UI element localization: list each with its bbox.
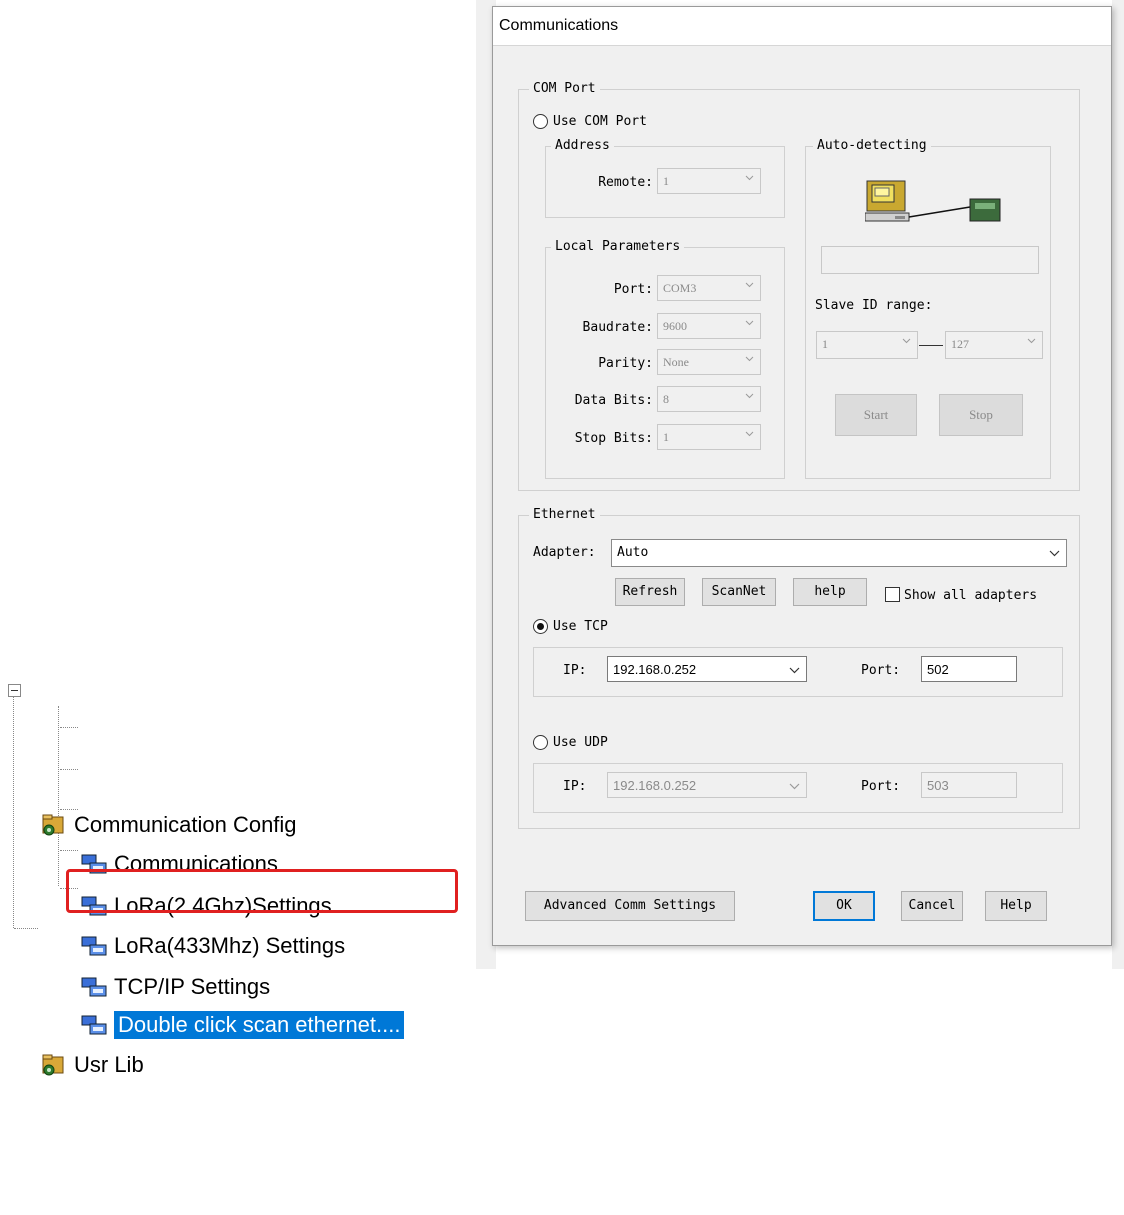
chevron-down-icon bbox=[1027, 338, 1036, 344]
baudrate-label: Baudrate: bbox=[582, 320, 653, 335]
detect-status-field bbox=[821, 246, 1039, 274]
port-select[interactable]: COM3 bbox=[657, 275, 761, 301]
address-group-label: Address bbox=[551, 138, 614, 153]
udp-ip-input[interactable]: 192.168.0.252 bbox=[607, 772, 807, 798]
use-udp-radio[interactable] bbox=[533, 735, 548, 750]
stopbits-label: Stop Bits: bbox=[574, 431, 653, 446]
slave-id-range-label: Slave ID range: bbox=[815, 298, 933, 313]
chevron-down-icon bbox=[745, 393, 754, 399]
parity-select[interactable]: None bbox=[657, 349, 761, 375]
show-all-adapters-checkbox[interactable] bbox=[885, 587, 900, 602]
start-button[interactable]: Start bbox=[835, 394, 917, 436]
baudrate-select[interactable]: 9600 bbox=[657, 313, 761, 339]
databits-label: Data Bits: bbox=[574, 393, 653, 408]
slave-id-from-select[interactable]: 1 bbox=[816, 331, 918, 359]
port-label: Port: bbox=[613, 282, 653, 297]
remote-select[interactable]: 1 bbox=[657, 168, 761, 194]
use-com-port-label: Use COM Port bbox=[553, 114, 647, 129]
show-all-adapters-label: Show all adapters bbox=[904, 588, 1038, 603]
dialog-title: Communications bbox=[499, 17, 619, 34]
remote-label: Remote: bbox=[598, 175, 653, 190]
auto-detecting-group-label: Auto-detecting bbox=[813, 138, 931, 153]
tree-node-label: Usr Lib bbox=[74, 1052, 144, 1077]
stopbits-select[interactable]: 1 bbox=[657, 424, 761, 450]
udp-port-input[interactable]: 503 bbox=[921, 772, 1017, 798]
refresh-button[interactable]: Refresh bbox=[615, 578, 685, 606]
chevron-down-icon bbox=[1049, 550, 1060, 557]
range-dash bbox=[919, 345, 943, 346]
tree-node-usr-lib[interactable]: Usr Lib bbox=[40, 915, 510, 1215]
tree-line bbox=[13, 696, 14, 928]
udp-port-label: Port: bbox=[861, 779, 901, 794]
com-port-group-label: COM Port bbox=[529, 81, 600, 96]
collapse-toggle[interactable] bbox=[8, 684, 21, 697]
use-tcp-label: Use TCP bbox=[553, 619, 608, 634]
parity-label: Parity: bbox=[598, 356, 653, 371]
config-folder-icon bbox=[40, 1053, 66, 1077]
help-small-button[interactable]: help bbox=[793, 578, 867, 606]
adapter-label: Adapter: bbox=[533, 545, 596, 560]
chevron-down-icon bbox=[745, 175, 754, 181]
tcp-port-label: Port: bbox=[861, 663, 901, 678]
pc-to-device-icon bbox=[865, 180, 1001, 222]
tcp-port-input[interactable]: 502 bbox=[921, 656, 1017, 682]
help-button[interactable]: Help bbox=[985, 891, 1047, 921]
chevron-down-icon bbox=[745, 282, 754, 288]
chevron-down-icon bbox=[789, 783, 800, 790]
ok-button[interactable]: OK bbox=[813, 891, 875, 921]
chevron-down-icon bbox=[902, 338, 911, 344]
adapter-select[interactable]: Auto bbox=[611, 539, 1067, 567]
background-window-edge-right bbox=[1112, 0, 1124, 969]
ethernet-group-label: Ethernet bbox=[529, 507, 600, 522]
slave-id-to-select[interactable]: 127 bbox=[945, 331, 1043, 359]
config-folder-icon bbox=[40, 813, 66, 837]
chevron-down-icon bbox=[789, 667, 800, 674]
udp-ip-label: IP: bbox=[563, 779, 587, 794]
chevron-down-icon bbox=[745, 320, 754, 326]
chevron-down-icon bbox=[745, 431, 754, 437]
dialog-titlebar: Communications bbox=[493, 7, 1111, 46]
use-udp-label: Use UDP bbox=[553, 735, 608, 750]
tcp-ip-label: IP: bbox=[563, 663, 587, 678]
local-parameters-group-label: Local Parameters bbox=[551, 239, 685, 254]
chevron-down-icon bbox=[745, 356, 754, 362]
communications-dialog: Communications COM Port Use COM Port Add… bbox=[492, 6, 1112, 946]
cancel-button[interactable]: Cancel bbox=[901, 891, 963, 921]
tcp-ip-input[interactable]: 192.168.0.252 bbox=[607, 656, 807, 682]
databits-select[interactable]: 8 bbox=[657, 386, 761, 412]
advanced-comm-settings-button[interactable]: Advanced Comm Settings bbox=[525, 891, 735, 921]
scannet-button[interactable]: ScanNet bbox=[702, 578, 776, 606]
highlight-box bbox=[66, 869, 458, 913]
use-tcp-radio[interactable] bbox=[533, 619, 548, 634]
use-com-port-radio[interactable] bbox=[533, 114, 548, 129]
stop-button[interactable]: Stop bbox=[939, 394, 1023, 436]
